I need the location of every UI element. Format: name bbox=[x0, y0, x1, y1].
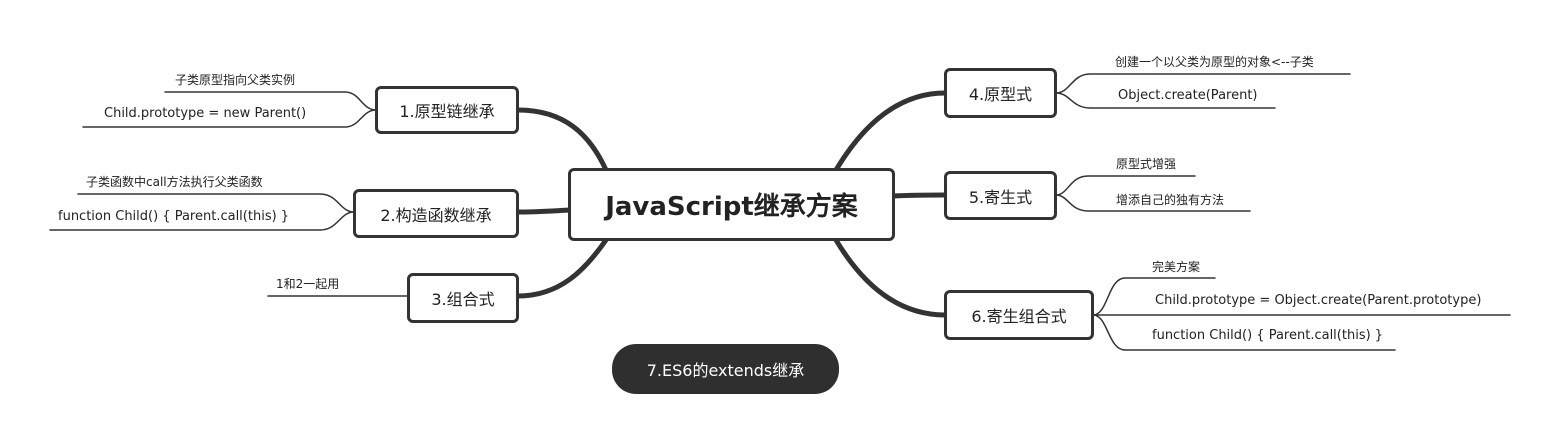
branch-label: 1.原型链继承 bbox=[399, 102, 495, 121]
link-root-b4 bbox=[833, 90, 948, 173]
link-root-b1 bbox=[515, 107, 609, 173]
leaf-b6-1[interactable]: 完美方案 bbox=[1152, 259, 1200, 275]
leaf-b4-2[interactable]: Object.create(Parent) bbox=[1118, 88, 1258, 104]
branch-label: 3.组合式 bbox=[431, 290, 495, 309]
root-topic-label: JavaScript继承方案 bbox=[605, 192, 858, 222]
floating-topic-es6-extends[interactable]: 7.ES6的extends继承 bbox=[612, 344, 839, 394]
leaf-b2-1[interactable]: 子类函数中call方法执行父类函数 bbox=[86, 174, 263, 190]
link-root-b2 bbox=[515, 207, 573, 215]
leaf-b4-1[interactable]: 创建一个以父类为原型的对象<--子类 bbox=[1115, 54, 1314, 70]
leaf-b1-1[interactable]: 子类原型指向父类实例 bbox=[175, 72, 295, 88]
branch-parasitic-combination[interactable]: 6.寄生组合式 bbox=[944, 290, 1094, 340]
branch-label: 6.寄生组合式 bbox=[971, 307, 1067, 326]
leaf-b6-3[interactable]: function Child() { Parent.call(this) } bbox=[1152, 328, 1383, 344]
leaf-b5-2[interactable]: 增添自己的独有方法 bbox=[1116, 192, 1224, 208]
branch-label: 2.构造函数继承 bbox=[380, 205, 492, 225]
branch-parasitic[interactable]: 5.寄生式 bbox=[944, 171, 1057, 220]
branch-label: 4.原型式 bbox=[968, 85, 1033, 104]
branch-prototype-chain[interactable]: 1.原型链继承 bbox=[375, 86, 519, 134]
link-root-b5 bbox=[890, 192, 948, 199]
root-topic[interactable]: JavaScript继承方案 bbox=[568, 168, 895, 241]
floating-topic-label: 7.ES6的extends继承 bbox=[646, 361, 805, 380]
leaf-b6-2[interactable]: Child.prototype = Object.create(Parent.p… bbox=[1155, 293, 1481, 309]
leaf-b5-1[interactable]: 原型式增强 bbox=[1116, 156, 1176, 172]
branch-label: 5.寄生式 bbox=[968, 187, 1033, 207]
link-root-b3 bbox=[515, 237, 609, 299]
leaf-b2-2[interactable]: function Child() { Parent.call(this) } bbox=[58, 209, 289, 225]
leaf-b1-2[interactable]: Child.prototype = new Parent() bbox=[104, 106, 306, 122]
link-root-b6 bbox=[833, 237, 948, 318]
branch-combination[interactable]: 3.组合式 bbox=[407, 273, 519, 323]
branch-constructor[interactable]: 2.构造函数继承 bbox=[353, 189, 519, 238]
branch-prototypal[interactable]: 4.原型式 bbox=[944, 68, 1057, 118]
leaf-b3-1[interactable]: 1和2一起用 bbox=[276, 276, 339, 292]
